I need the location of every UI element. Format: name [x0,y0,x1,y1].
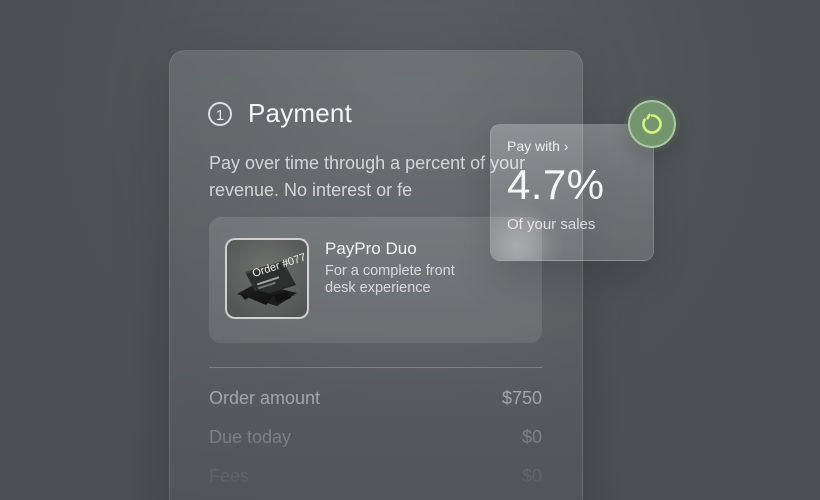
product-name: PayPro Duo [325,239,417,258]
payment-header: 1 Payment [208,98,352,129]
financing-offer-card[interactable]: Pay with › 4.7% Of your sales [490,124,654,261]
progress-ring-graphic [642,113,662,134]
summary-value: $0 [521,427,542,447]
financing-caption: Of your sales [507,216,596,233]
summary-value: $750 [501,388,542,408]
summary-value: $0 [521,466,542,486]
product-subtitle: For a complete front desk experience [325,263,455,296]
financing-rate: 4.7% [507,161,605,208]
summary-row-order-amount: Order amount $750 [209,388,542,409]
summary-label: Fees [209,466,250,486]
card-reader-device-icon: Order #077 [225,238,309,319]
step-number-badge: 1 [208,101,232,126]
summary-row-fees: Fees $0 [209,466,542,487]
summary-label: Order amount [209,388,321,408]
payment-screen: 1 Payment Pay over time through a percen… [0,0,820,500]
payment-panel: 1 Payment Pay over time through a percen… [169,50,583,500]
progress-ring-icon [628,100,676,148]
summary-label: Due today [209,427,292,447]
pay-with-link[interactable]: Pay with › [507,138,568,154]
summary-row-due-today: Due today $0 [209,427,542,448]
payment-title: Payment [248,98,353,128]
product-device-illustration: Order #077 [237,251,307,306]
summary-divider [209,367,542,368]
